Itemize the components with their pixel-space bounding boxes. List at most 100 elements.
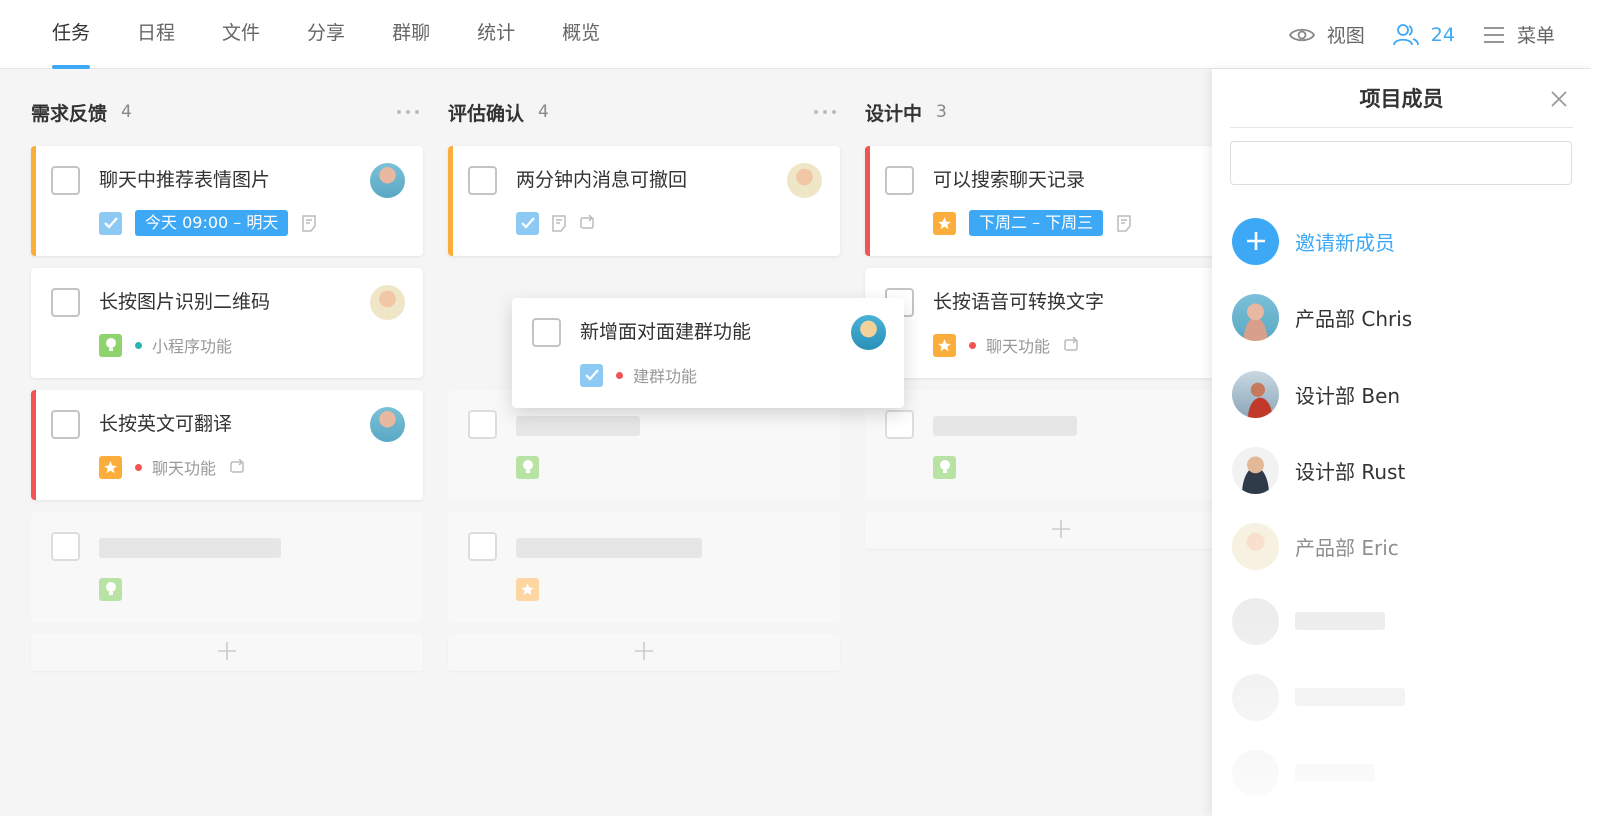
assignee-avatar[interactable] — [851, 315, 886, 350]
column-designing: 设计中 3 可以搜索聊天记录 下周二 – 下周三 长按语音可转换文字 — [865, 90, 1257, 549]
tab-files[interactable]: 文件 — [222, 0, 260, 69]
column-title: 设计中 — [865, 99, 922, 126]
task-checkbox — [468, 532, 497, 561]
tag-dot — [135, 342, 142, 349]
menu-button[interactable]: 菜单 — [1483, 21, 1555, 48]
column-count: 4 — [538, 102, 549, 122]
task-title: 聊天中推荐表情图片 — [99, 166, 270, 194]
tab-schedule[interactable]: 日程 — [137, 0, 175, 69]
note-icon — [1117, 215, 1131, 232]
users-icon — [1393, 23, 1419, 47]
add-task-button[interactable] — [865, 512, 1257, 549]
tag-dot — [616, 372, 623, 379]
tab-group-chat[interactable]: 群聊 — [392, 0, 430, 69]
member-name: 设计部 Rust — [1295, 456, 1405, 485]
skeleton-avatar — [1232, 598, 1279, 645]
tag-dot — [969, 342, 976, 349]
task-checkbox[interactable] — [51, 410, 80, 439]
skeleton-avatar — [1232, 750, 1279, 797]
skeleton-avatar — [1232, 674, 1279, 721]
task-checkbox[interactable] — [532, 318, 561, 347]
task-meta — [516, 454, 552, 480]
task-meta: 今天 09:00 – 明天 — [99, 210, 328, 236]
member-item[interactable]: 设计部 Rust — [1232, 446, 1405, 494]
check-icon — [580, 364, 603, 387]
task-card[interactable]: 长按英文可翻译 聊天功能 — [31, 390, 423, 500]
bulb-icon — [516, 456, 539, 479]
task-meta: 聊天功能 — [99, 454, 258, 480]
task-card[interactable]: 聊天中推荐表情图片 今天 09:00 – 明天 — [31, 146, 423, 256]
task-meta: 下周二 – 下周三 — [933, 210, 1143, 236]
member-name: 设计部 Ben — [1295, 380, 1400, 409]
top-bar: 任务 日程 文件 分享 群聊 统计 概览 视图 24 — [0, 0, 1591, 69]
task-checkbox[interactable] — [468, 166, 497, 195]
task-checkbox — [468, 410, 497, 439]
close-icon[interactable] — [1549, 89, 1569, 109]
assignee-avatar[interactable] — [370, 163, 405, 198]
members-button[interactable]: 24 — [1393, 23, 1455, 47]
tab-tasks[interactable]: 任务 — [52, 0, 90, 69]
members-count: 24 — [1431, 24, 1455, 46]
task-checkbox — [885, 410, 914, 439]
task-checkbox[interactable] — [51, 166, 80, 195]
task-title: 长按英文可翻译 — [99, 410, 232, 438]
members-panel: 项目成员 邀请新成员 产品部 Chris 设计部 Ben 设计部 Rust 产品… — [1212, 69, 1591, 816]
note-icon — [552, 215, 566, 232]
panel-title: 项目成员 — [1212, 83, 1591, 113]
column-header: 需求反馈 4 — [31, 90, 423, 134]
view-button[interactable]: 视图 — [1289, 21, 1365, 48]
member-item[interactable]: 产品部 Eric — [1232, 522, 1399, 570]
task-card[interactable]: 两分钟内消息可撤回 — [448, 146, 840, 256]
skeleton-line — [516, 538, 702, 558]
tab-overview[interactable]: 概览 — [562, 0, 600, 69]
top-right-actions: 视图 24 菜单 — [1261, 0, 1555, 69]
more-icon[interactable] — [814, 102, 836, 122]
tab-share[interactable]: 分享 — [307, 0, 345, 69]
task-checkbox — [51, 532, 80, 561]
invite-member-button[interactable]: 邀请新成员 — [1232, 217, 1395, 265]
tag-text: 建群功能 — [633, 363, 697, 387]
skeleton-line — [1295, 764, 1375, 782]
task-title: 两分钟内消息可撤回 — [516, 166, 687, 194]
task-title: 可以搜索聊天记录 — [933, 166, 1085, 194]
menu-label: 菜单 — [1517, 21, 1555, 48]
member-skeleton — [1232, 597, 1385, 645]
check-icon — [99, 212, 122, 235]
member-item[interactable]: 产品部 Chris — [1232, 293, 1412, 341]
task-meta — [99, 576, 135, 602]
menu-icon — [1483, 26, 1505, 44]
task-checkbox[interactable] — [51, 288, 80, 317]
repeat-icon — [578, 215, 596, 231]
tag-label: 聊天功能 — [969, 333, 1050, 357]
task-card[interactable]: 可以搜索聊天记录 下周二 – 下周三 — [865, 146, 1257, 256]
task-card[interactable]: 长按图片识别二维码 小程序功能 — [31, 268, 423, 378]
column-requirements: 需求反馈 4 聊天中推荐表情图片 今天 09:00 – 明天 长按图片识别二维码 — [31, 90, 423, 671]
assignee-avatar[interactable] — [370, 407, 405, 442]
app: 任务 日程 文件 分享 群聊 统计 概览 视图 24 — [0, 0, 1591, 816]
task-card[interactable]: 长按语音可转换文字 聊天功能 — [865, 268, 1257, 378]
tag-text: 聊天功能 — [152, 455, 216, 479]
avatar — [1232, 447, 1279, 494]
dragging-task-card[interactable]: 新增面对面建群功能 建群功能 — [512, 298, 904, 408]
add-task-button[interactable] — [31, 634, 423, 671]
eye-icon — [1289, 26, 1315, 44]
task-checkbox[interactable] — [885, 166, 914, 195]
star-icon — [99, 456, 122, 479]
add-task-button[interactable] — [448, 634, 840, 671]
more-icon[interactable] — [397, 102, 419, 122]
check-icon — [516, 212, 539, 235]
member-search-input[interactable] — [1230, 141, 1572, 185]
panel-divider — [1230, 127, 1573, 128]
column-title: 评估确认 — [448, 99, 524, 126]
tab-statistics[interactable]: 统计 — [477, 0, 515, 69]
plus-icon — [217, 641, 237, 665]
member-item[interactable]: 设计部 Ben — [1232, 370, 1400, 418]
repeat-icon — [228, 459, 246, 475]
placeholder-card — [31, 512, 423, 622]
plus-icon — [1051, 519, 1071, 543]
assignee-avatar[interactable] — [370, 285, 405, 320]
column-header: 设计中 3 — [865, 90, 1257, 134]
column-count: 3 — [936, 102, 947, 122]
note-icon — [302, 215, 316, 232]
assignee-avatar[interactable] — [787, 163, 822, 198]
